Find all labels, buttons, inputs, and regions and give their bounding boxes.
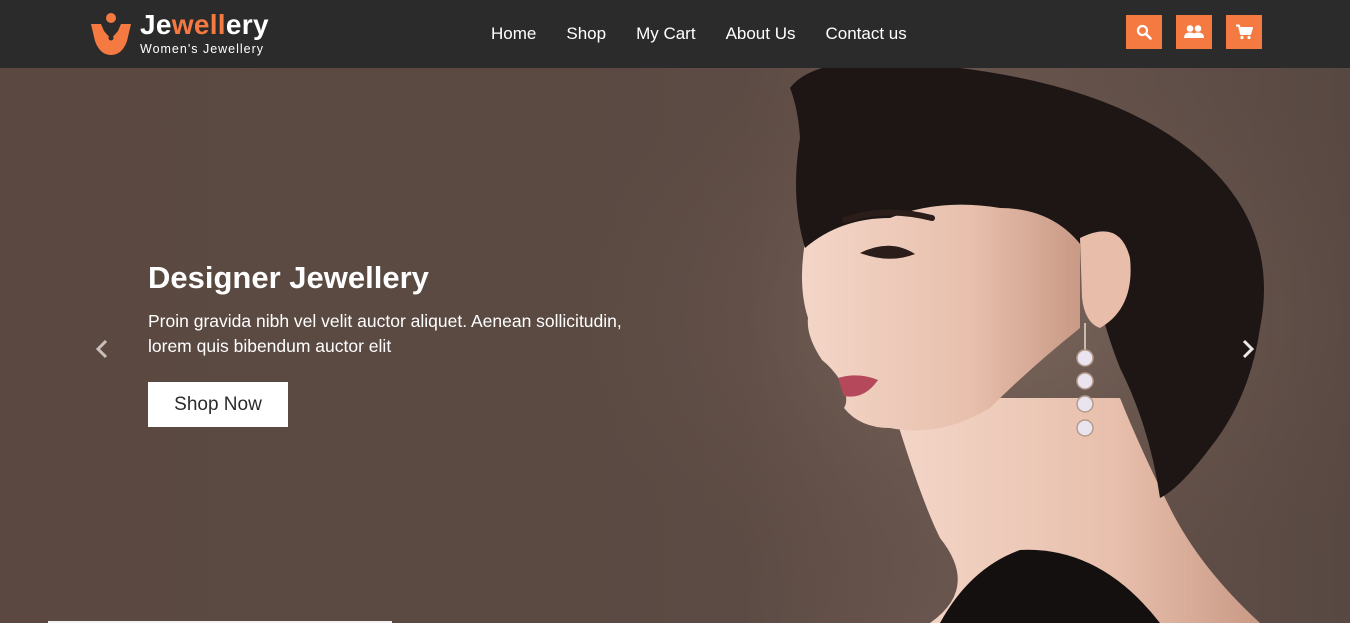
nav-home[interactable]: Home bbox=[476, 0, 551, 68]
users-icon bbox=[1184, 25, 1204, 38]
nav-my-cart[interactable]: My Cart bbox=[621, 0, 711, 68]
brand-subtitle: Women's Jewellery bbox=[140, 42, 265, 56]
site-header: Jewellery Women's Jewellery Home Shop My… bbox=[0, 0, 1350, 68]
search-button[interactable] bbox=[1126, 15, 1162, 49]
hero-title: Designer Jewellery bbox=[148, 260, 429, 295]
shop-now-button[interactable]: Shop Now bbox=[148, 382, 288, 427]
brand-logo[interactable]: Jewellery Women's Jewellery bbox=[88, 9, 288, 61]
hero-slider: Designer Jewellery Proin gravida nibh ve… bbox=[0, 68, 1350, 623]
slider-prev-button[interactable] bbox=[90, 336, 114, 362]
cart-icon bbox=[1236, 24, 1253, 40]
model-portrait-image bbox=[560, 68, 1350, 623]
brand-title: Jewellery bbox=[140, 9, 269, 40]
nav-contact-us[interactable]: Contact us bbox=[811, 0, 922, 68]
cart-button[interactable] bbox=[1226, 15, 1262, 49]
nav-shop[interactable]: Shop bbox=[551, 0, 621, 68]
header-actions bbox=[1126, 15, 1262, 49]
chevron-left-icon bbox=[95, 339, 108, 359]
nav-about-us[interactable]: About Us bbox=[711, 0, 811, 68]
necklace-logo-icon bbox=[91, 13, 131, 55]
main-nav: Home Shop My Cart About Us Contact us bbox=[476, 0, 922, 68]
account-button[interactable] bbox=[1176, 15, 1212, 49]
hero-description: Proin gravida nibh vel velit auctor aliq… bbox=[148, 311, 622, 356]
chevron-right-icon bbox=[1242, 339, 1255, 359]
slider-next-button[interactable] bbox=[1236, 336, 1260, 362]
search-icon bbox=[1136, 24, 1152, 40]
